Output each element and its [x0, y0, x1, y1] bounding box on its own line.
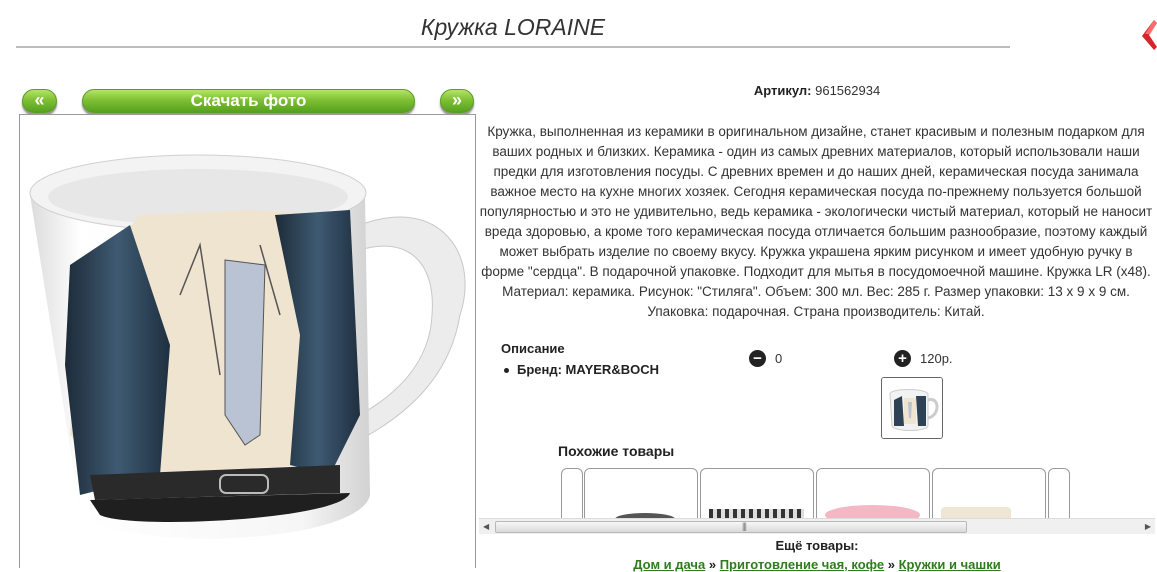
plus-circle-icon[interactable]: +	[894, 350, 911, 367]
prev-photo-button[interactable]: «	[22, 89, 57, 113]
similar-product-card[interactable]	[1048, 468, 1070, 520]
product-thumbnail[interactable]	[881, 377, 943, 439]
similar-product-card[interactable]	[561, 468, 583, 520]
article-number: Артикул: 961562934	[477, 83, 1157, 98]
similar-products-title: Похожие товары	[558, 443, 675, 459]
similar-product-card[interactable]	[700, 468, 814, 520]
similar-products-carousel[interactable]	[479, 466, 1155, 520]
title-divider	[16, 46, 1010, 48]
minus-vote[interactable]: − 0	[749, 350, 782, 367]
minus-value: 0	[775, 351, 783, 366]
breadcrumb-link[interactable]: Кружки и чашки	[899, 557, 1001, 572]
next-photo-button[interactable]: »	[440, 89, 474, 113]
plus-vote[interactable]: + 120р.	[894, 350, 953, 367]
breadcrumb: Дом и дача » Приготовление чая, кофе » К…	[479, 557, 1155, 572]
similar-product-card[interactable]	[816, 468, 930, 520]
bullet-icon	[504, 368, 509, 374]
horizontal-scrollbar[interactable]: ◀ ||| ▶	[479, 518, 1155, 534]
mug-image	[29, 154, 466, 539]
product-description: Кружка, выполненная из керамики в оригин…	[479, 124, 1153, 319]
similar-product-card[interactable]	[584, 468, 698, 520]
article-label: Артикул:	[753, 83, 812, 98]
specs-title: Описание	[501, 341, 565, 356]
minus-circle-icon[interactable]: −	[749, 350, 766, 367]
scrollbar-thumb[interactable]: |||	[495, 521, 967, 533]
breadcrumb-separator: »	[887, 557, 895, 572]
article-value: 961562934	[815, 83, 881, 98]
close-icon[interactable]	[1140, 20, 1157, 50]
download-photo-button[interactable]: Скачать фото	[82, 89, 415, 113]
breadcrumb-separator: »	[708, 557, 717, 572]
more-products-title: Ещё товары:	[775, 538, 859, 553]
breadcrumb-link[interactable]: Приготовление чая, кофе	[720, 557, 884, 572]
scroll-left-icon[interactable]: ◀	[483, 522, 489, 531]
brand-list-item: Бренд: MAYER&BOCH	[504, 362, 659, 377]
page-title: Кружка LORAINE	[420, 14, 606, 40]
plus-value: 120р.	[920, 351, 953, 366]
scroll-right-icon[interactable]: ▶	[1145, 522, 1151, 531]
similar-product-card[interactable]	[932, 468, 1046, 520]
brand-label: Бренд: MAYER&BOCH	[517, 362, 659, 377]
product-photo	[19, 114, 476, 568]
breadcrumb-link[interactable]: Дом и дача	[633, 557, 705, 572]
